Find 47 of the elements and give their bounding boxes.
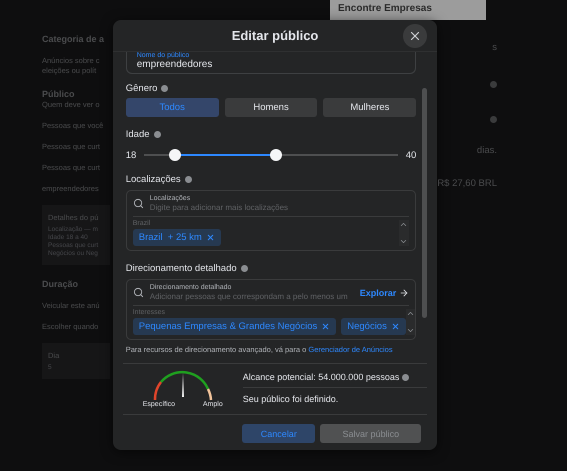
search-icon	[132, 287, 144, 298]
gender-option[interactable]: Todos	[126, 98, 219, 117]
section-label: Gênero	[126, 83, 158, 94]
cancel-button[interactable]: Cancelar	[242, 424, 316, 443]
scroll-down-icon[interactable]	[399, 237, 408, 246]
section-label: Idade	[126, 129, 150, 140]
background-text: dias.	[476, 145, 497, 156]
scroll-up-icon[interactable]	[406, 309, 415, 318]
background-heading: Categoria de a	[42, 34, 106, 44]
remove-icon	[206, 233, 215, 242]
field-placeholder: Adicionar pessoas que correspondam a pelo menos um	[150, 292, 349, 301]
background-heading: Duração	[42, 279, 80, 289]
arrow-right-icon	[399, 288, 410, 298]
background-heading: Público	[42, 89, 76, 99]
info-icon[interactable]	[154, 131, 161, 138]
info-icon[interactable]	[402, 374, 410, 380]
info-icon	[490, 81, 497, 88]
slider-handle[interactable]	[168, 149, 181, 161]
field-value: empreendedores	[136, 59, 214, 70]
background-text: s	[492, 42, 497, 53]
info-icon[interactable]	[161, 85, 168, 92]
dialog-title: Editar público	[232, 28, 318, 43]
remove-icon	[390, 322, 400, 331]
audience-status-text: Seu público foi definido.	[242, 393, 340, 404]
interest-tag[interactable]: Pequenas Empresas & Grandes Negócios	[132, 318, 336, 335]
info-icon[interactable]	[240, 265, 248, 272]
explore-link[interactable]: Explorar	[360, 288, 410, 298]
interest-tag[interactable]: Negócios	[341, 318, 406, 335]
location-tag[interactable]: Brazil + 25 km	[132, 229, 221, 246]
age-max: 40	[406, 150, 416, 160]
field-placeholder: Digite para adicionar mais localizações	[150, 203, 290, 212]
scroll-down-icon[interactable]	[406, 326, 415, 335]
scrollbar-thumb[interactable]	[422, 88, 428, 318]
age-min: 18	[126, 150, 136, 160]
gender-option[interactable]: Homens	[224, 98, 318, 117]
info-icon	[490, 116, 497, 123]
search-icon	[132, 198, 144, 209]
background-text: R$ 27,60 BRL	[437, 178, 497, 189]
section-label: Direcionamento detalhado	[126, 263, 237, 274]
section-label: Localizações	[126, 174, 181, 185]
gender-option[interactable]: Mulheres	[323, 98, 416, 117]
potential-reach-text: Alcance potencial: 54.000.000 pessoas	[242, 372, 400, 382]
info-icon[interactable]	[184, 176, 192, 183]
remove-icon	[321, 322, 330, 331]
scroll-up-icon[interactable]	[399, 220, 408, 229]
close-button[interactable]	[403, 24, 428, 48]
slider-handle[interactable]	[270, 149, 282, 161]
